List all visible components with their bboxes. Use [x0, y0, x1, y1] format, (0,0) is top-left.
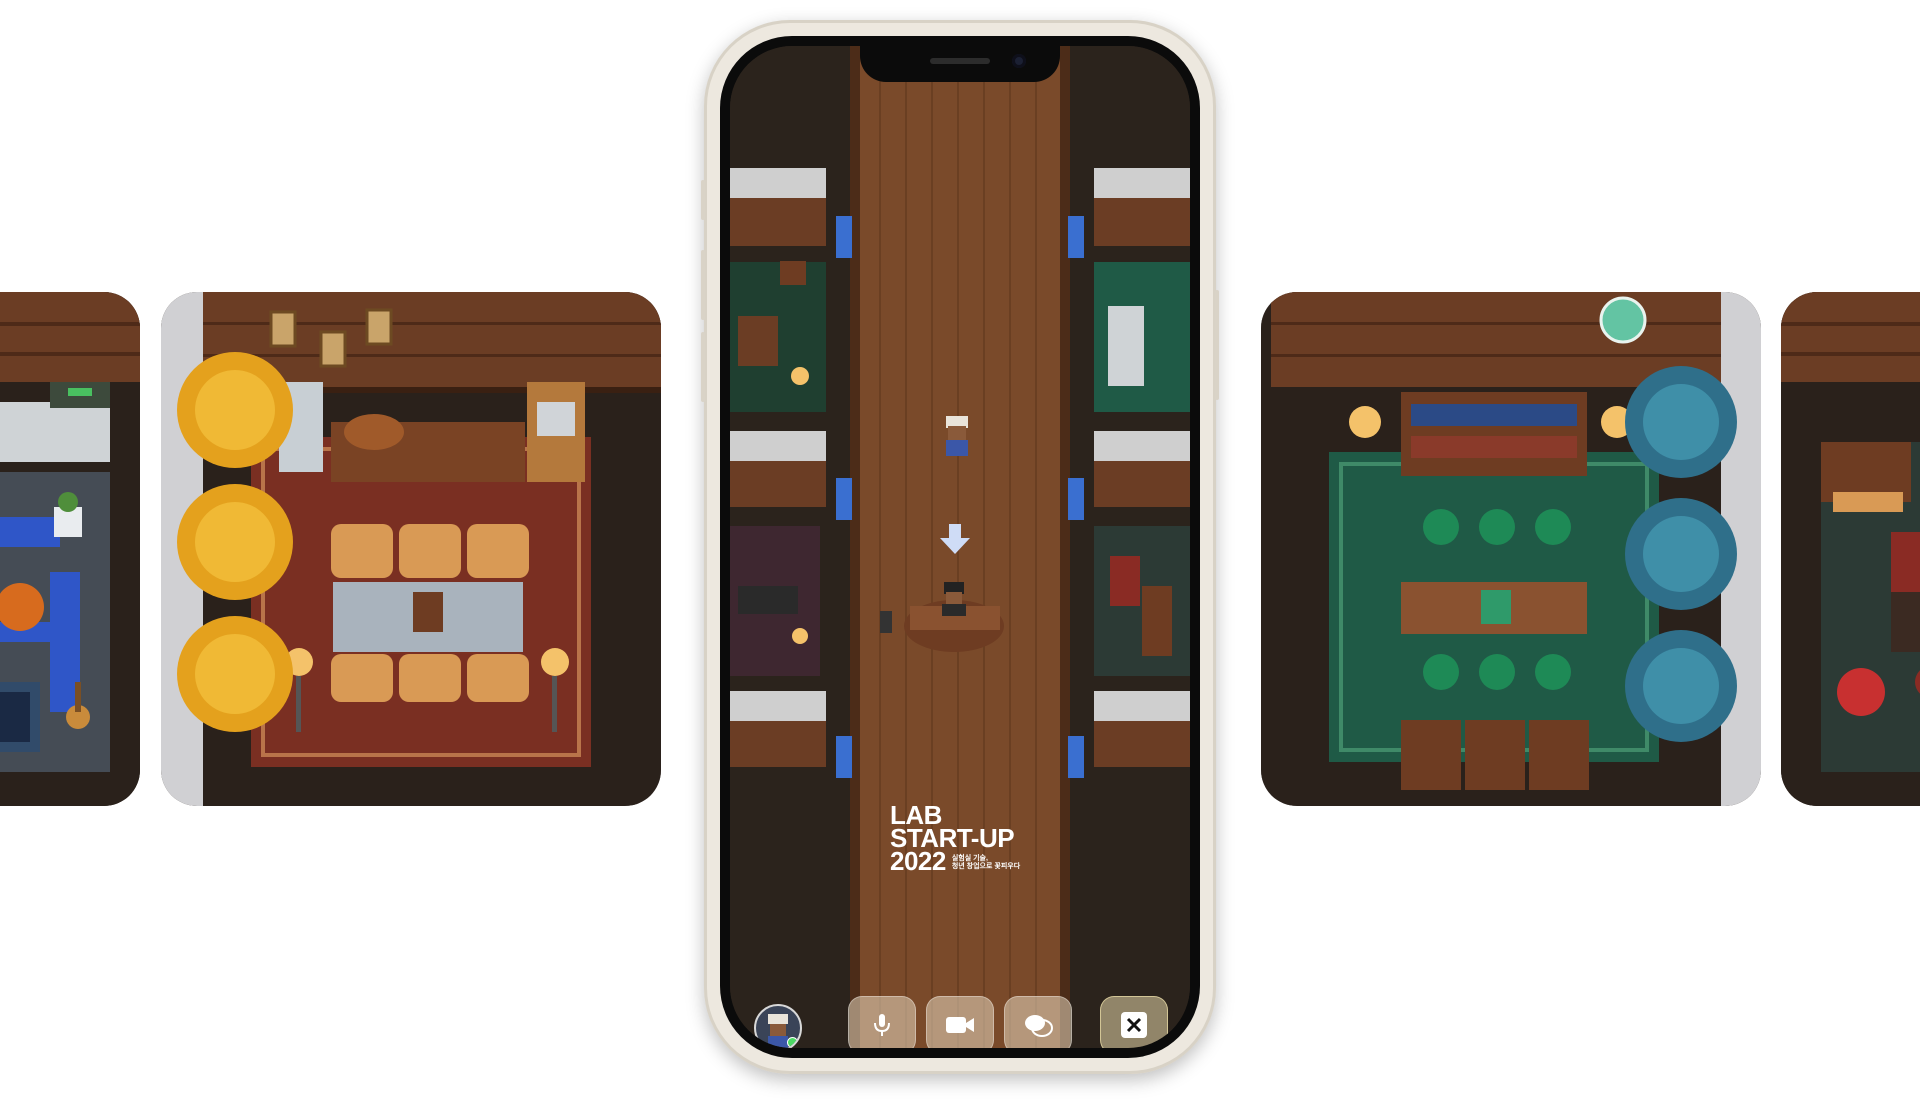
tagline-line-1: 실험실 기술,	[951, 855, 988, 862]
player-character[interactable]	[946, 416, 968, 456]
earpiece	[930, 58, 990, 64]
tagline-line-2: 청년 창업으로 꽃피우다	[951, 863, 1021, 870]
camera-icon	[1012, 54, 1026, 68]
close-icon	[1121, 1012, 1147, 1038]
microphone-icon	[874, 1014, 890, 1036]
video-button[interactable]	[926, 996, 994, 1048]
phone-frame: LAB START-UP 2022 실험실 기술, 청년 창업으로 꽃피우다	[701, 20, 1219, 1074]
room-card-red-lounge[interactable]	[1781, 292, 1920, 806]
microphone-button[interactable]	[848, 996, 916, 1048]
avatar[interactable]	[754, 1004, 802, 1048]
lab-startup-logo: LAB START-UP 2022 실험실 기술, 청년 창업으로 꽃피우다	[890, 802, 1022, 876]
phone-notch	[860, 46, 1060, 82]
online-status-dot	[787, 1037, 798, 1048]
game-map[interactable]	[730, 46, 1190, 1048]
logo-line-3: 2022	[890, 846, 946, 876]
game-screen[interactable]: LAB START-UP 2022 실험실 기술, 청년 창업으로 꽃피우다	[730, 46, 1190, 1048]
chat-button[interactable]	[1004, 996, 1072, 1048]
chat-bubbles-icon	[1025, 1015, 1053, 1037]
close-button[interactable]	[1100, 996, 1168, 1048]
logo-tagline: 실험실 기술, 청년 창업으로 꽃피우다	[952, 855, 1022, 871]
room-card-living[interactable]	[0, 292, 140, 806]
room-card-kitchen[interactable]	[161, 292, 661, 806]
video-camera-icon	[946, 1017, 974, 1033]
room-card-library[interactable]	[1261, 292, 1761, 806]
